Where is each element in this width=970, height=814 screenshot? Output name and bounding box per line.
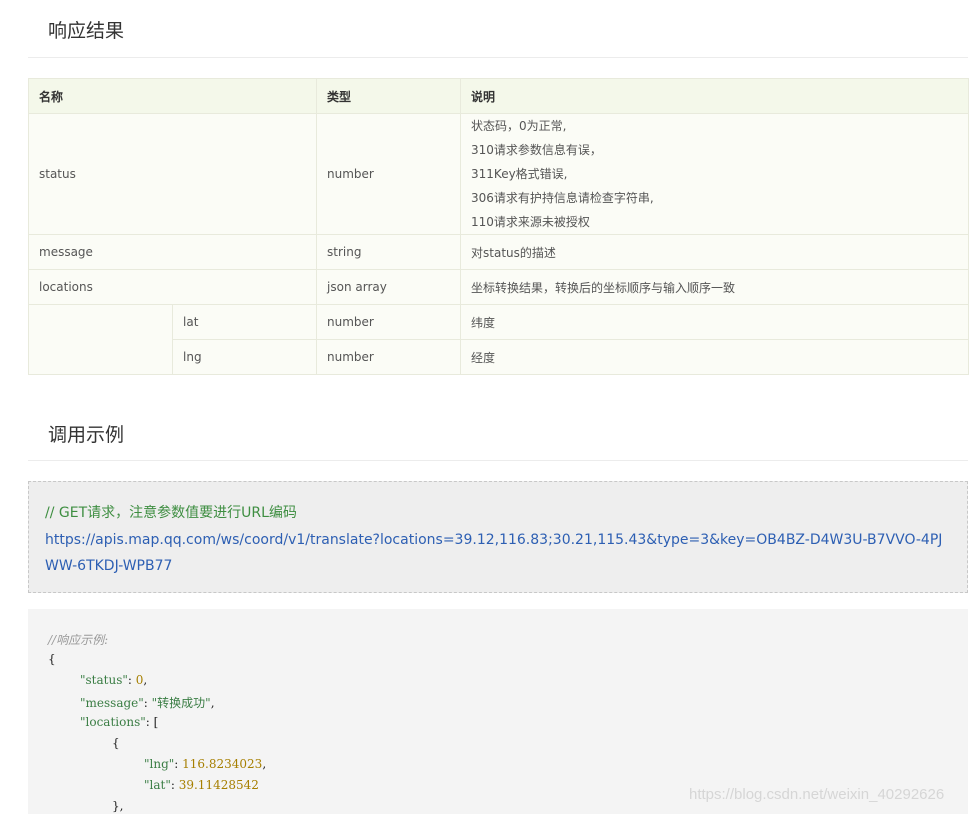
code-line: }, (112, 799, 123, 813)
param-type: json array (316, 269, 462, 305)
desc-line: 状态码，0为正常, (471, 119, 567, 133)
header-desc: 说明 (460, 78, 970, 114)
section-divider (28, 460, 968, 461)
desc-line: 110请求来源未被授权 (471, 215, 590, 229)
param-desc: 对status的描述 (460, 234, 970, 270)
param-name: lng (171, 339, 318, 375)
table-row: status number 状态码，0为正常, 310请求参数信息有误， 311… (27, 113, 970, 235)
param-name: locations (27, 269, 318, 305)
api-doc-page: 响应结果 名称 类型 说明 status number 状态码，0为正常, 31… (0, 0, 970, 814)
response-params-table: 名称 类型 说明 status number 状态码，0为正常, 310请求参数… (27, 78, 970, 375)
request-url-link[interactable]: https://apis.map.qq.com/ws/coord/v1/tran… (45, 527, 950, 579)
code-line: "locations": [ (80, 715, 159, 729)
request-comment: // GET请求，注意参数值要进行URL编码 (45, 505, 297, 521)
desc-line: 311Key格式错误, (471, 167, 568, 181)
param-type: number (316, 113, 462, 235)
code-line: "lat": 39.11428542 (144, 778, 259, 792)
code-key: "locations" (80, 715, 146, 729)
section-divider (28, 57, 968, 58)
example-section-title: 调用示例 (48, 424, 125, 446)
response-section-title: 响应结果 (48, 20, 125, 42)
code-line: "status": 0, (80, 673, 148, 687)
table-row: locations json array 坐标转换结果，转换后的坐标顺序与输入顺… (27, 269, 970, 305)
param-type: number (316, 339, 462, 375)
code-string: "转换成功" (151, 696, 211, 710)
param-type: number (316, 304, 462, 340)
code-punctuation: [ (153, 715, 159, 729)
code-line: { (48, 652, 56, 666)
param-name: message (27, 234, 318, 270)
param-desc: 坐标转换结果，转换后的坐标顺序与输入顺序一致 (460, 269, 970, 305)
code-punctuation: { (48, 652, 56, 666)
desc-line: 310请求参数信息有误， (471, 143, 602, 157)
code-number: 39.11428542 (178, 778, 259, 792)
code-punctuation: }, (112, 799, 124, 813)
watermark: https://blog.csdn.net/weixin_40292626 (689, 786, 945, 803)
code-line: "message": "转换成功", (80, 696, 215, 710)
code-line: "lng": 116.8234023, (144, 757, 267, 771)
param-desc: 纬度 (460, 304, 970, 340)
empty-parent-cell (28, 304, 173, 375)
param-desc: 状态码，0为正常, 310请求参数信息有误， 311Key格式错误, 306请求… (460, 113, 970, 235)
request-example-block: // GET请求，注意参数值要进行URL编码 https://apis.map.… (28, 481, 968, 593)
code-punctuation: { (112, 736, 120, 750)
header-type: 类型 (316, 78, 462, 114)
desc-line: 306请求有护持信息请检查字符串, (471, 191, 654, 205)
code-key: "lng" (144, 757, 175, 771)
param-name: lat (171, 304, 318, 340)
header-name: 名称 (27, 78, 318, 114)
table-row: lat number 纬度 (28, 304, 970, 375)
param-name: status (27, 113, 318, 235)
code-line: { (112, 736, 120, 750)
param-type: string (316, 234, 462, 270)
code-key: "lat" (144, 778, 171, 792)
response-example-code: //响应示例: { "status": 0, "message": "转换成功"… (28, 609, 968, 814)
param-desc: 经度 (460, 339, 970, 375)
code-number: 116.8234023 (182, 757, 263, 771)
code-comment: //响应示例: (48, 633, 109, 647)
code-key: "message" (80, 696, 144, 710)
table-row: message string 对status的描述 (27, 234, 970, 270)
table-header-row: 名称 类型 说明 (27, 78, 970, 114)
code-key: "status" (80, 673, 128, 687)
